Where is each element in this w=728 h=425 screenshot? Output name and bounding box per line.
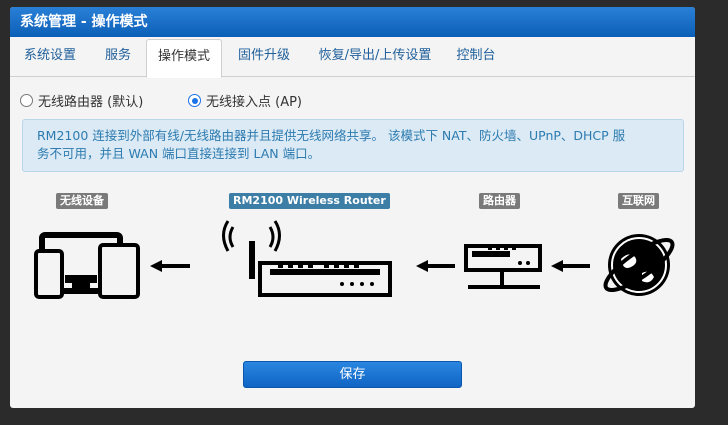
globe-icon [603, 234, 675, 296]
wifi-router-icon [222, 220, 392, 297]
devices-icon [34, 232, 140, 299]
arrow-head-icon [551, 260, 563, 272]
topology-diagram [34, 220, 675, 299]
upstream-router-icon [464, 244, 542, 289]
arrow-head-icon [150, 260, 162, 272]
arrow-head-icon [416, 260, 428, 272]
operation-mode-panel: 系统管理 - 操作模式 系统设置 服务 操作模式 固件升级 恢复/导出/上传设置… [10, 7, 695, 408]
save-button[interactable]: 保存 [243, 361, 462, 388]
